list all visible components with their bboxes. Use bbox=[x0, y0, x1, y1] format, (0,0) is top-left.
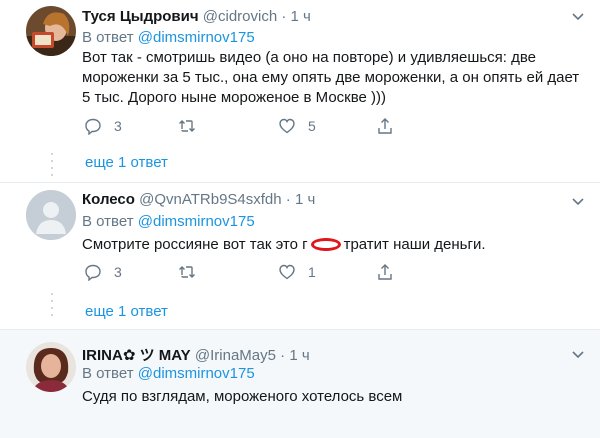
author-handle[interactable]: @IrinaMay5 bbox=[195, 347, 276, 364]
reply-context: В ответ @dimsmirnov175 bbox=[82, 213, 255, 230]
reply-icon bbox=[85, 264, 101, 281]
chevron-down-icon[interactable] bbox=[570, 8, 586, 24]
avatar[interactable] bbox=[26, 6, 76, 56]
tweet-text: Судя по взглядам, мороженого хотелось вс… bbox=[82, 388, 403, 405]
reply-prefix: В ответ bbox=[82, 29, 134, 46]
reply-to-link[interactable]: @dimsmirnov175 bbox=[138, 365, 255, 382]
like-count: 5 bbox=[308, 118, 316, 134]
like-button[interactable]: 5 bbox=[278, 115, 316, 137]
heart-icon bbox=[279, 264, 295, 280]
retweet-button[interactable] bbox=[178, 115, 208, 137]
show-more-replies-link[interactable]: еще 1 ответ bbox=[85, 154, 168, 171]
author-handle[interactable]: @QvnATRb9S4sxfdh bbox=[139, 191, 282, 208]
chevron-down-icon[interactable] bbox=[570, 193, 586, 209]
thread-dots bbox=[51, 153, 53, 181]
avatar[interactable] bbox=[26, 190, 76, 240]
tweet-2[interactable]: Колесо @QvnATRb9S4sxfdh · 1 ч В ответ @d… bbox=[0, 183, 600, 329]
share-icon bbox=[378, 118, 392, 134]
tweet-text: Смотрите россияне вот так это г тратит на… bbox=[82, 235, 587, 255]
author-name[interactable]: IRINA✿ ツ MAY bbox=[82, 347, 191, 364]
share-button[interactable] bbox=[376, 261, 394, 283]
reply-to-link[interactable]: @dimsmirnov175 bbox=[138, 213, 255, 230]
reply-count: 3 bbox=[114, 118, 122, 134]
share-button[interactable] bbox=[376, 115, 394, 137]
reply-icon bbox=[85, 118, 101, 135]
reply-prefix: В ответ bbox=[82, 213, 134, 230]
like-count: 1 bbox=[308, 264, 316, 280]
retweet-icon bbox=[179, 120, 195, 132]
like-button[interactable]: 1 bbox=[278, 261, 316, 283]
reply-button[interactable]: 3 bbox=[84, 115, 122, 137]
reply-context: В ответ @dimsmirnov175 bbox=[82, 29, 255, 46]
tweet-1[interactable]: Туся Цыдрович @cidrovich · 1 ч В ответ @… bbox=[0, 0, 600, 182]
red-annotation-ellipse bbox=[310, 238, 341, 251]
separator-dot: · bbox=[285, 191, 291, 208]
author-handle[interactable]: @cidrovich bbox=[203, 8, 277, 25]
show-more-replies-link[interactable]: еще 1 ответ bbox=[85, 303, 168, 320]
reply-count: 3 bbox=[114, 264, 122, 280]
separator-dot: · bbox=[280, 347, 286, 364]
tweet-header: IRINA✿ ツ MAY @IrinaMay5 · 1 ч bbox=[82, 344, 310, 365]
heart-icon bbox=[279, 118, 295, 134]
retweet-icon bbox=[179, 266, 195, 278]
thread-dots bbox=[51, 293, 53, 321]
retweet-button[interactable] bbox=[178, 261, 208, 283]
tweet-text-end: тратит наши деньги. bbox=[343, 236, 486, 253]
reply-button[interactable]: 3 bbox=[84, 261, 122, 283]
reply-to-link[interactable]: @dimsmirnov175 bbox=[138, 29, 255, 46]
separator-dot: · bbox=[281, 8, 287, 25]
reply-context: В ответ @dimsmirnov175 bbox=[82, 365, 255, 382]
timestamp[interactable]: 1 ч bbox=[295, 191, 315, 208]
author-name[interactable]: Колесо bbox=[82, 191, 135, 208]
tweet-text-start: Смотрите россияне вот так это г bbox=[82, 236, 308, 253]
avatar[interactable] bbox=[26, 342, 76, 392]
tweet-header: Колесо @QvnATRb9S4sxfdh · 1 ч bbox=[82, 191, 315, 208]
reply-prefix: В ответ bbox=[82, 365, 134, 382]
tweet-3[interactable]: IRINA✿ ツ MAY @IrinaMay5 · 1 ч В ответ @d… bbox=[0, 330, 600, 438]
share-icon bbox=[378, 264, 392, 280]
default-profile-icon bbox=[26, 190, 76, 240]
tweet-text: Вот так - смотришь видео (а оно на повто… bbox=[82, 49, 580, 106]
author-name[interactable]: Туся Цыдрович bbox=[82, 8, 199, 25]
chevron-down-icon[interactable] bbox=[570, 346, 586, 362]
timestamp[interactable]: 1 ч bbox=[291, 8, 311, 25]
timestamp[interactable]: 1 ч bbox=[289, 347, 309, 364]
tweet-header: Туся Цыдрович @cidrovich · 1 ч bbox=[82, 8, 311, 25]
